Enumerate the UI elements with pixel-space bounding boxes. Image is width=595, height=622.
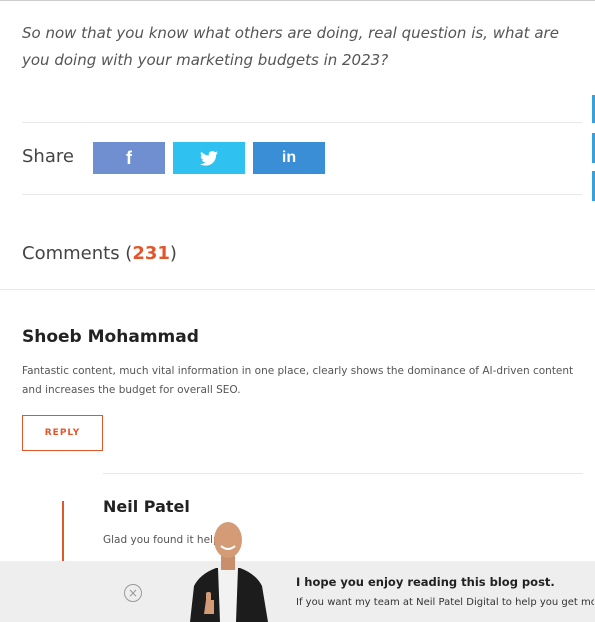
twitter-bird-icon: [200, 150, 218, 166]
comments-count: 231: [132, 243, 170, 264]
facebook-icon: f: [126, 147, 132, 168]
reply-author: Neil Patel: [103, 497, 190, 516]
popup-title: I hope you enjoy reading this blog post.: [296, 575, 555, 589]
avatar: [190, 522, 268, 622]
top-divider: [0, 0, 595, 1]
reply-button[interactable]: REPLY: [22, 415, 103, 451]
linkedin-share-button[interactable]: in: [253, 142, 325, 174]
article-closing-text: So now that you know what others are doi…: [22, 24, 559, 69]
comment-text: Fantastic content, much vital informatio…: [22, 365, 574, 396]
linkedin-icon: in: [281, 149, 297, 166]
divider: [22, 194, 582, 195]
comments-heading-end: ): [169, 243, 177, 264]
popup-subtitle: If you want my team at Neil Patel Digita…: [296, 597, 594, 608]
bottom-popup-banner: × I hope you enjoy reading this blog pos…: [0, 561, 595, 622]
close-icon[interactable]: ×: [124, 584, 142, 602]
share-label: Share: [22, 146, 74, 167]
divider: [0, 289, 595, 290]
divider: [22, 122, 582, 123]
comment-author: Shoeb Mohammad: [22, 327, 199, 347]
twitter-share-button[interactable]: [173, 142, 245, 174]
comments-heading: Comments (231): [22, 243, 177, 264]
divider: [103, 473, 583, 474]
reply-thread-line: [62, 501, 64, 561]
facebook-share-button[interactable]: f: [93, 142, 165, 174]
comments-heading-text: Comments (: [22, 243, 133, 264]
